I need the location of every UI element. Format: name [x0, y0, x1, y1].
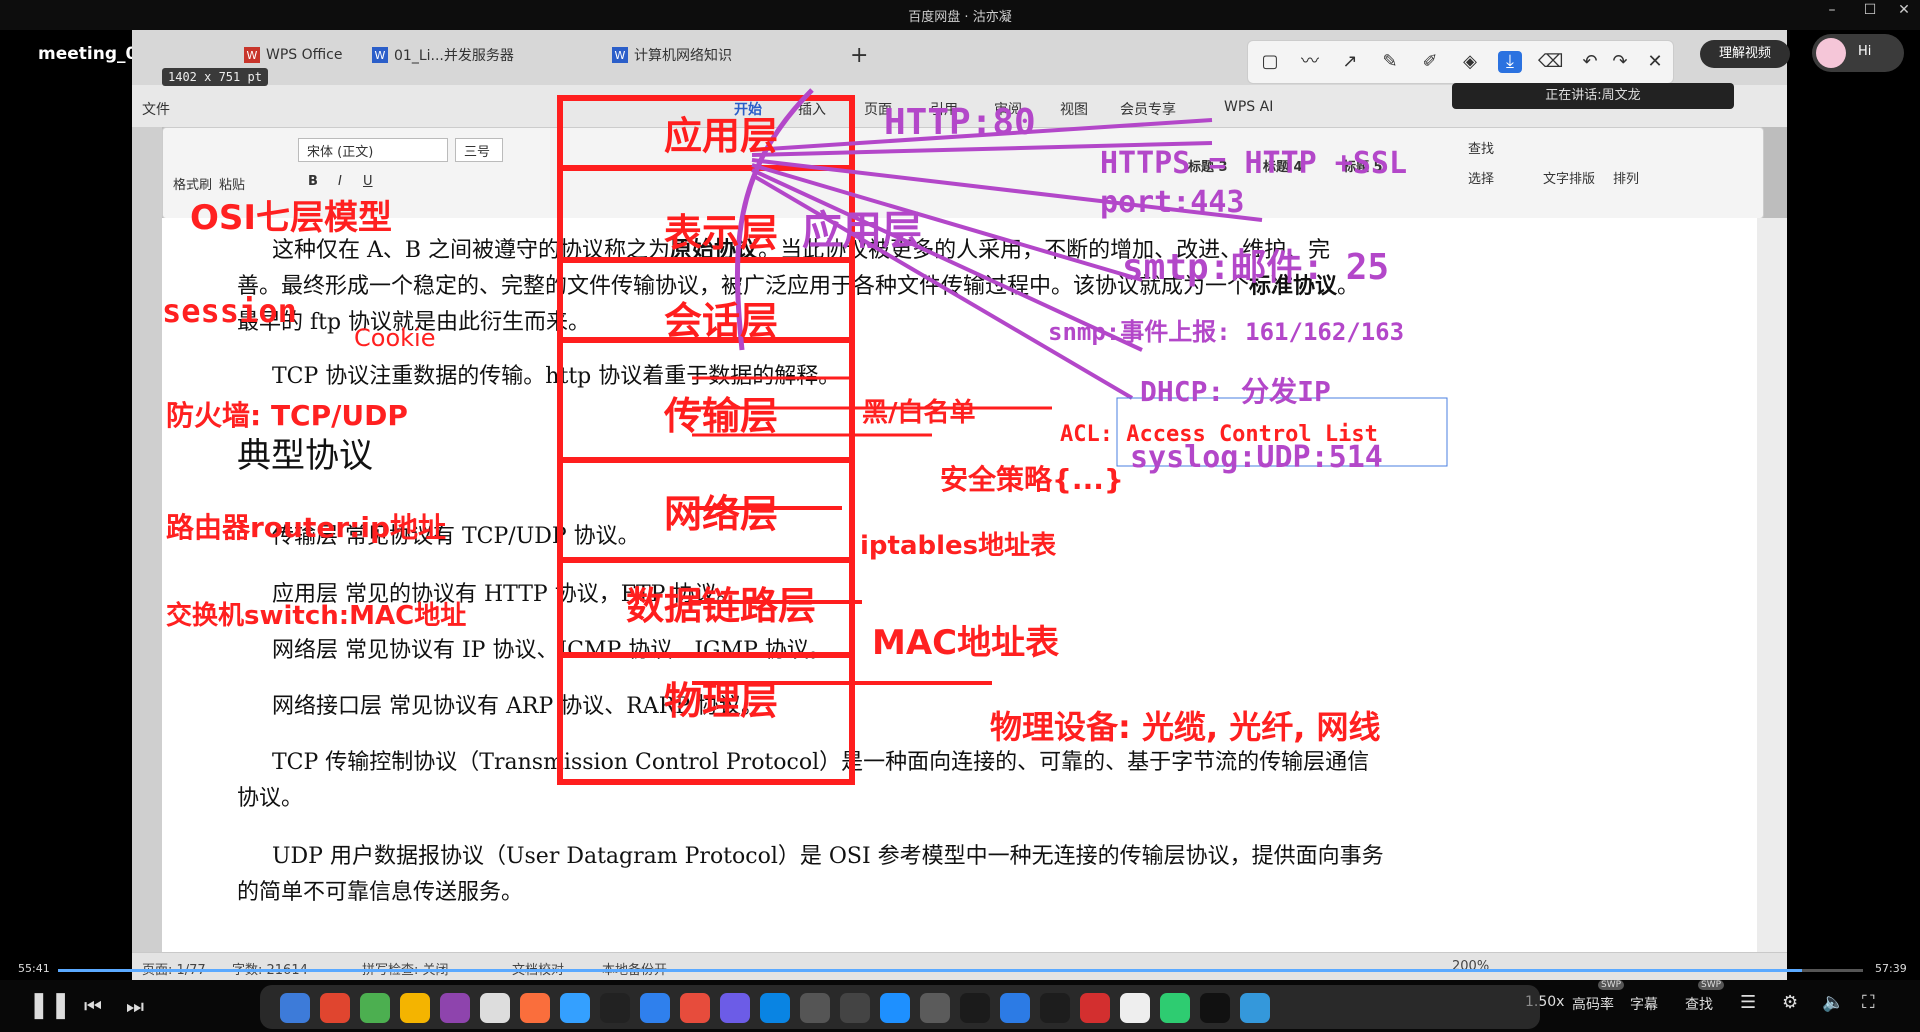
- highlighter-icon[interactable]: ✐: [1418, 51, 1442, 73]
- dock-app-icon[interactable]: [360, 993, 390, 1023]
- undo-icon[interactable]: ↶: [1578, 51, 1602, 73]
- settings-icon[interactable]: ⚙: [1782, 992, 1798, 1013]
- fullscreen-icon[interactable]: ⛶: [1862, 992, 1875, 1013]
- playlist-icon[interactable]: ☰: [1740, 992, 1756, 1013]
- video-frame[interactable]: W WPS Office W 01_Li...并发服务器 W 计算机网络知识 + 文件…: [132, 30, 1787, 980]
- acl-note: ACL: Access Control List: [1060, 422, 1378, 447]
- dock-app-icon[interactable]: [1160, 993, 1190, 1023]
- quality-swp-badge: SWP: [1598, 980, 1625, 990]
- https-note: HTTPS = HTTP +SSL: [1100, 146, 1408, 181]
- dock-app-icon[interactable]: [560, 993, 590, 1023]
- policy-note: 安全策略{...}: [940, 463, 1124, 496]
- search-button[interactable]: 查找: [1685, 994, 1713, 1014]
- https-port-note: port:443: [1100, 185, 1245, 220]
- dock-app-icon[interactable]: [960, 993, 990, 1023]
- dock-app-icon[interactable]: [920, 993, 950, 1023]
- annotation-overlay: [557, 88, 1448, 785]
- blacklist-note: 黑/白名单: [862, 398, 976, 428]
- dock-app-icon[interactable]: [720, 993, 750, 1023]
- dock-app-icon[interactable]: [440, 993, 470, 1023]
- progress-fill: [58, 969, 1802, 972]
- switch-note: 交换机switch:MAC地址: [166, 601, 467, 631]
- osi-title: OSI七层模型: [190, 198, 393, 238]
- dock-app-icon[interactable]: [1240, 993, 1270, 1023]
- dock-app-icon[interactable]: [1120, 993, 1150, 1023]
- dhcp-note: DHCP: 分发IP: [1140, 375, 1331, 408]
- mac-table-note: MAC地址表: [872, 623, 1060, 663]
- elapsed-time: 55:41: [18, 962, 50, 975]
- close-icon[interactable]: ✕: [1890, 2, 1918, 18]
- size-label: 1402 x 751 pt: [162, 68, 268, 86]
- previous-icon[interactable]: ⏮: [84, 994, 102, 1018]
- dock-app-icon[interactable]: [280, 993, 310, 1023]
- layer-transport: 传输层: [663, 394, 778, 438]
- close-toolbar-icon[interactable]: ✕: [1643, 51, 1667, 73]
- cookie-note: Cookie: [354, 324, 436, 352]
- assistant-button[interactable]: Hi: [1812, 34, 1904, 72]
- curve-icon[interactable]: 〰: [1298, 51, 1322, 73]
- layer-network: 网络层: [663, 492, 778, 536]
- dock-app-icon[interactable]: [480, 993, 510, 1023]
- dock-app-icon[interactable]: [320, 993, 350, 1023]
- arrow-icon[interactable]: ↗: [1338, 51, 1362, 73]
- dock-app-icon[interactable]: [760, 993, 790, 1023]
- maximize-icon[interactable]: ☐: [1856, 2, 1884, 18]
- player-titlebar: 百度网盘 · 沽亦凝 – ☐ ✕: [0, 0, 1920, 30]
- dock-app-icon[interactable]: [840, 993, 870, 1023]
- dock-app-icon[interactable]: [880, 993, 910, 1023]
- subtitle-button[interactable]: 字幕: [1630, 994, 1658, 1014]
- assistant-label: Hi: [1858, 44, 1872, 59]
- session-note: session: [162, 292, 297, 330]
- firewall-note: 防火墙: TCP/UDP: [166, 399, 408, 432]
- physical-note: 物理设备: 光缆, 光纤, 网线: [990, 708, 1381, 746]
- dock-app-icon[interactable]: [1000, 993, 1030, 1023]
- dock-app-icon[interactable]: [400, 993, 430, 1023]
- redo-icon[interactable]: ↷: [1608, 51, 1632, 73]
- next-icon[interactable]: ⏭: [126, 994, 144, 1018]
- dock-app-icon[interactable]: [800, 993, 830, 1023]
- dock-app-icon[interactable]: [680, 993, 710, 1023]
- live-speaker-tag: 正在讲话:周文龙: [1452, 83, 1734, 109]
- router-note: 路由器router:ip地址: [166, 511, 447, 544]
- quality-button[interactable]: 高码率: [1572, 994, 1614, 1014]
- layer-physical: 物理层: [663, 679, 778, 723]
- snmp-note: snmp:事件上报: 161/162/163: [1048, 318, 1405, 346]
- annotation-toolbar: ▢ 〰 ↗ ✎ ✐ ◈ ⤓ ⌫ ↶ ↷ ✕: [1247, 40, 1674, 84]
- layer-application: 应用层: [663, 114, 778, 158]
- pen-icon[interactable]: ✎: [1378, 51, 1402, 73]
- shape-icon[interactable]: ▢: [1258, 51, 1282, 73]
- search-swp-badge: SWP: [1698, 980, 1725, 990]
- dock-app-icon[interactable]: [600, 993, 630, 1023]
- dock-app-icon[interactable]: [1040, 993, 1070, 1023]
- volume-icon[interactable]: 🔈: [1822, 992, 1844, 1013]
- layer-session: 会话层: [663, 299, 778, 343]
- window-title: 百度网盘 · 沽亦凝: [908, 10, 1012, 25]
- dock-app-icon[interactable]: [520, 993, 550, 1023]
- total-time: 57:39: [1875, 962, 1907, 975]
- minimize-icon[interactable]: –: [1818, 2, 1846, 18]
- ai-understand-button[interactable]: 理解视频: [1700, 40, 1790, 68]
- dock-app-icon[interactable]: [1200, 993, 1230, 1023]
- mac-dock: [260, 985, 1540, 1029]
- layer-datalink: 数据链路层: [625, 584, 816, 628]
- dock-app-icon[interactable]: [640, 993, 670, 1023]
- smtp-note: smtp:邮件: 25: [1122, 247, 1390, 288]
- dock-app-icon[interactable]: [1080, 993, 1110, 1023]
- eraser-icon[interactable]: ⌫: [1538, 51, 1563, 73]
- avatar-icon: [1816, 38, 1846, 68]
- download-icon[interactable]: ⤓: [1498, 51, 1522, 73]
- iptables-note: iptables地址表: [860, 531, 1057, 561]
- http-note: HTTP:80: [884, 102, 1036, 143]
- pause-icon[interactable]: ❚❚: [28, 990, 72, 1020]
- stamp-icon[interactable]: ◈: [1458, 51, 1482, 73]
- app-layer-purple: 应用层: [802, 208, 922, 254]
